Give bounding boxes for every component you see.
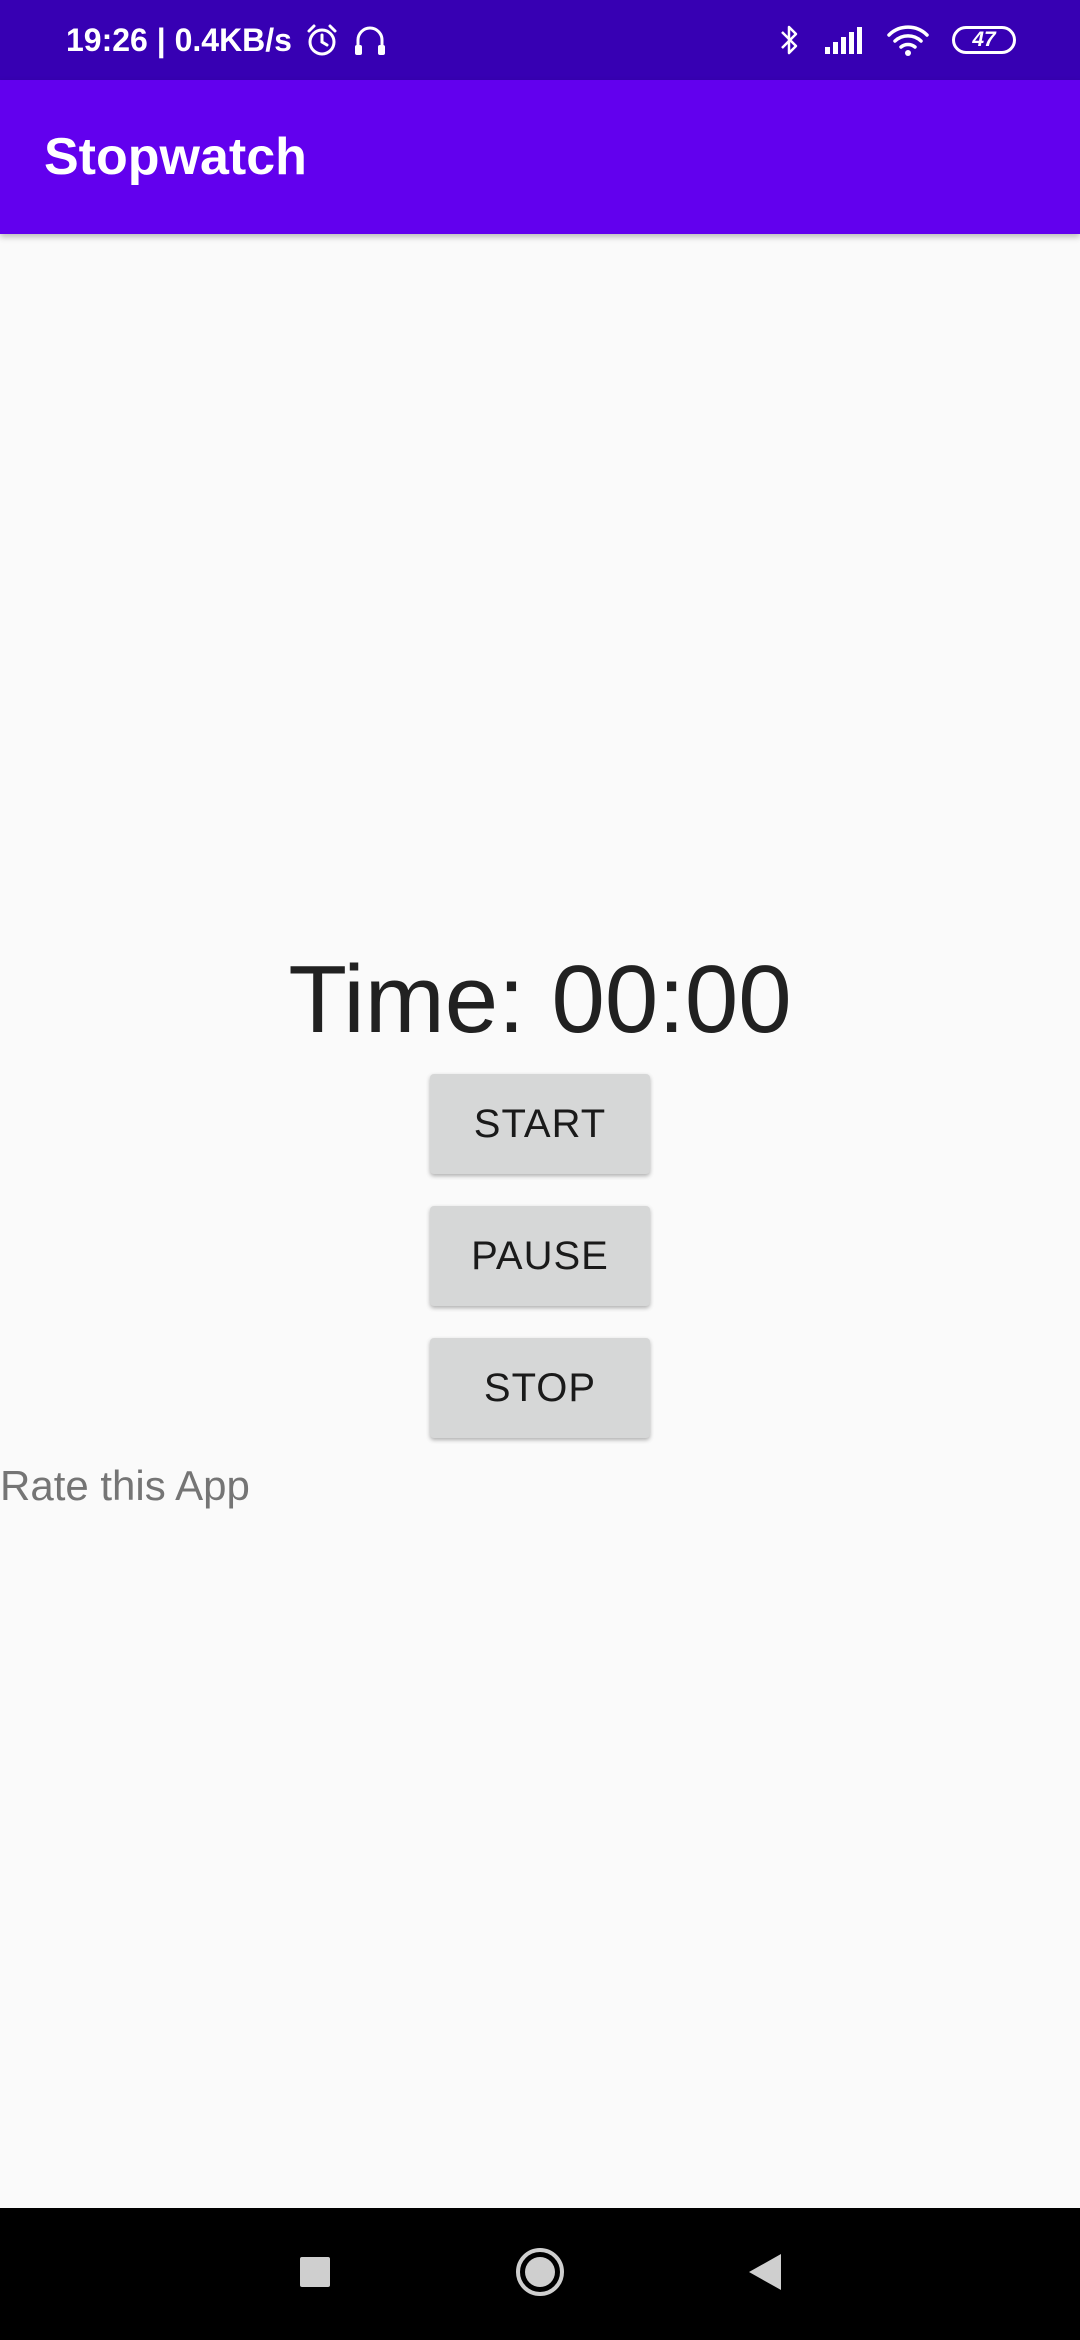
status-bar: 19:26 | 0.4KB/s 47 [0, 0, 1080, 80]
bluetooth-icon [778, 22, 802, 58]
signal-icon [824, 25, 864, 55]
battery-icon: 47 [952, 26, 1016, 54]
app-bar: Stopwatch [0, 80, 1080, 234]
alarm-icon [304, 22, 340, 58]
recents-icon [299, 2256, 331, 2293]
wifi-icon [886, 23, 930, 57]
status-left: 19:26 | 0.4KB/s [66, 0, 388, 80]
back-icon [747, 2253, 783, 2296]
headphones-icon [352, 22, 388, 58]
back-button[interactable] [720, 2208, 810, 2340]
app-title: Stopwatch [44, 128, 307, 186]
navigation-bar [0, 2208, 1080, 2340]
status-right: 47 [756, 0, 1016, 80]
stop-button[interactable]: STOP [430, 1338, 650, 1438]
status-time-speed: 19:26 | 0.4KB/s [66, 21, 292, 58]
home-button[interactable] [495, 2208, 585, 2340]
recents-button[interactable] [270, 2208, 360, 2340]
rate-app-link[interactable]: Rate this App [0, 1458, 250, 1514]
start-button[interactable]: START [430, 1074, 650, 1174]
battery-level: 47 [952, 26, 1016, 54]
time-display: Time: 00:00 [288, 946, 792, 1053]
home-icon [514, 2246, 566, 2303]
pause-button[interactable]: PAUSE [430, 1206, 650, 1306]
